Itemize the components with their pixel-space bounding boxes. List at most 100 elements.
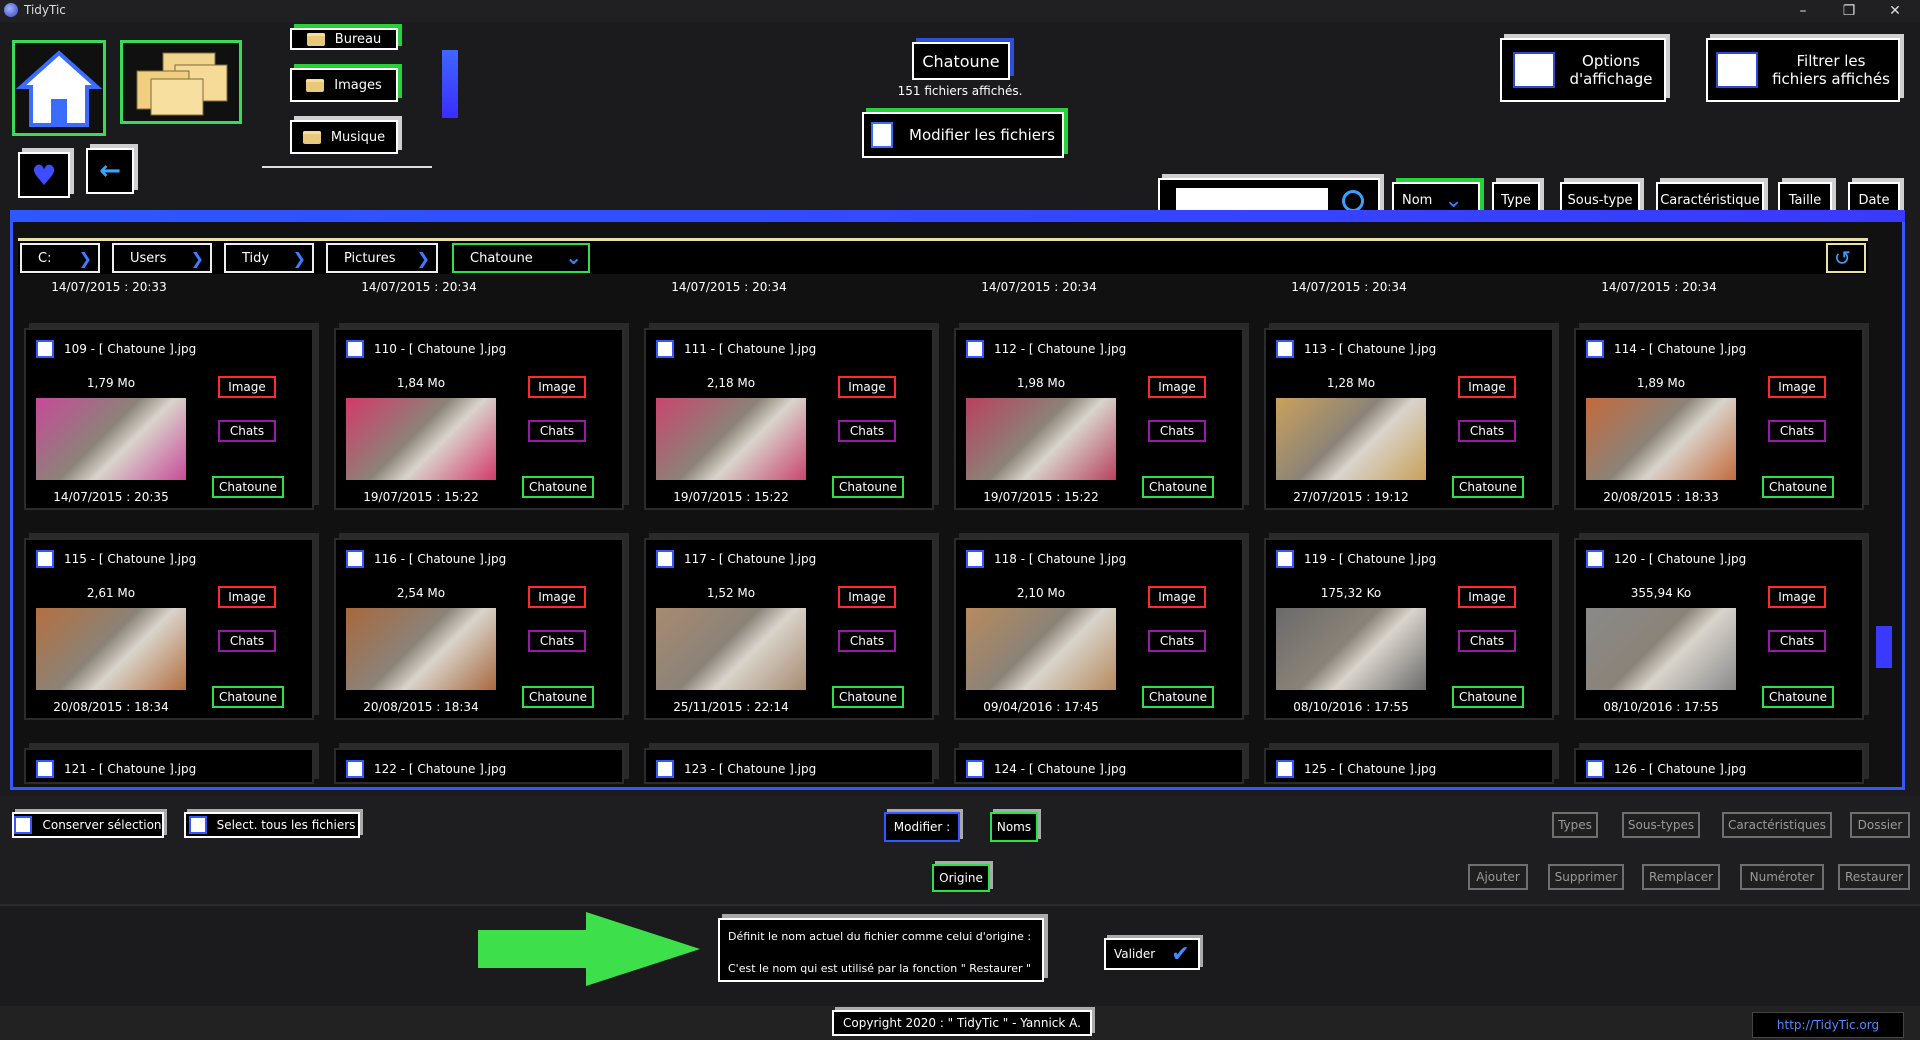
folder-shortcut-images[interactable]: Images xyxy=(290,68,398,102)
file-card[interactable]: 117 - [ Chatoune ].jpg 1,52 Mo 25/11/2015 … xyxy=(644,538,934,720)
breadcrumb-item-chatoune[interactable]: Chatoune ⌄ xyxy=(452,243,590,273)
keep-selection-button[interactable]: Conserver sélection xyxy=(12,812,164,838)
types-button[interactable]: Types xyxy=(1552,812,1598,838)
add-button[interactable]: Ajouter xyxy=(1468,864,1528,890)
tag-type[interactable]: Image xyxy=(838,586,896,608)
favorites-button[interactable]: ♥ xyxy=(18,152,70,198)
file-card[interactable]: 126 - [ Chatoune ].jpg xyxy=(1574,748,1864,784)
file-card[interactable]: 123 - [ Chatoune ].jpg xyxy=(644,748,934,784)
tag-type[interactable]: Image xyxy=(1458,376,1516,398)
minimize-button[interactable]: – xyxy=(1780,0,1826,22)
names-button[interactable]: Noms xyxy=(990,812,1038,842)
tag-type[interactable]: Image xyxy=(528,376,586,398)
origin-button[interactable]: Origine xyxy=(932,864,990,892)
file-card[interactable]: 124 - [ Chatoune ].jpg xyxy=(954,748,1244,784)
select-checkbox[interactable] xyxy=(1586,340,1604,358)
tag-characteristic[interactable]: Chatoune xyxy=(522,476,594,498)
folder-shortcut-bureau[interactable]: Bureau xyxy=(290,28,398,50)
tag-type[interactable]: Image xyxy=(218,586,276,608)
select-checkbox[interactable] xyxy=(1276,760,1294,778)
tag-subtype[interactable]: Chats xyxy=(1768,630,1826,652)
breadcrumb-item-pictures[interactable]: Pictures ❯ xyxy=(326,243,438,273)
file-card[interactable]: 120 - [ Chatoune ].jpg 355,94 Ko 08/10/201… xyxy=(1574,538,1864,720)
refresh-button[interactable]: ↺ xyxy=(1826,243,1866,273)
replace-button[interactable]: Remplacer xyxy=(1642,864,1720,890)
grid-scrollbar-thumb[interactable] xyxy=(1876,626,1892,668)
file-card[interactable]: 111 - [ Chatoune ].jpg 2,18 Mo 19/07/2015 … xyxy=(644,328,934,510)
tag-subtype[interactable]: Chats xyxy=(838,420,896,442)
tag-type[interactable]: Image xyxy=(1458,586,1516,608)
tag-type[interactable]: Image xyxy=(218,376,276,398)
select-all-files-button[interactable]: Select. tous les fichiers xyxy=(184,812,360,838)
file-card[interactable]: 116 - [ Chatoune ].jpg 2,54 Mo 20/08/2015 … xyxy=(334,538,624,720)
select-checkbox[interactable] xyxy=(346,550,364,568)
file-card[interactable]: 110 - [ Chatoune ].jpg 1,84 Mo 19/07/2015 … xyxy=(334,328,624,510)
select-checkbox[interactable] xyxy=(966,760,984,778)
select-checkbox[interactable] xyxy=(1276,550,1294,568)
delete-button[interactable]: Supprimer xyxy=(1548,864,1624,890)
tag-characteristic[interactable]: Chatoune xyxy=(1452,686,1524,708)
tag-subtype[interactable]: Chats xyxy=(528,630,586,652)
display-options-button[interactable]: Options d'affichage xyxy=(1500,38,1666,102)
tag-characteristic[interactable]: Chatoune xyxy=(212,476,284,498)
file-card[interactable]: 119 - [ Chatoune ].jpg 175,32 Ko 08/10/201… xyxy=(1264,538,1554,720)
close-button[interactable]: ✕ xyxy=(1872,0,1918,22)
folder-shortcut-musique[interactable]: Musique xyxy=(290,120,398,154)
file-card[interactable]: 118 - [ Chatoune ].jpg 2,10 Mo 09/04/2016 … xyxy=(954,538,1244,720)
tag-subtype[interactable]: Chats xyxy=(1148,420,1206,442)
file-card[interactable]: 115 - [ Chatoune ].jpg 2,61 Mo 20/08/2015 … xyxy=(24,538,314,720)
select-checkbox[interactable] xyxy=(346,340,364,358)
file-card[interactable]: 125 - [ Chatoune ].jpg xyxy=(1264,748,1554,784)
tag-characteristic[interactable]: Chatoune xyxy=(832,476,904,498)
tag-characteristic[interactable]: Chatoune xyxy=(1142,686,1214,708)
file-card[interactable]: 109 - [ Chatoune ].jpg 1,79 Mo 14/07/2015 … xyxy=(24,328,314,510)
tag-characteristic[interactable]: Chatoune xyxy=(1452,476,1524,498)
select-checkbox[interactable] xyxy=(1586,550,1604,568)
select-checkbox[interactable] xyxy=(36,340,54,358)
home-button[interactable] xyxy=(12,40,106,136)
scroll-indicator[interactable] xyxy=(442,50,458,118)
tag-characteristic[interactable]: Chatoune xyxy=(212,686,284,708)
tag-characteristic[interactable]: Chatoune xyxy=(1762,686,1834,708)
select-checkbox[interactable] xyxy=(656,760,674,778)
select-checkbox[interactable] xyxy=(36,760,54,778)
filter-files-button[interactable]: Filtrer les fichiers affichés xyxy=(1706,38,1900,102)
tag-subtype[interactable]: Chats xyxy=(1458,630,1516,652)
restore-button[interactable]: Restaurer xyxy=(1838,864,1910,890)
file-card[interactable]: 122 - [ Chatoune ].jpg xyxy=(334,748,624,784)
tag-type[interactable]: Image xyxy=(1768,586,1826,608)
maximize-button[interactable]: ❐ xyxy=(1826,0,1872,22)
file-card[interactable]: 113 - [ Chatoune ].jpg 1,28 Mo 27/07/2015 … xyxy=(1264,328,1554,510)
validate-button[interactable]: Valider ✔ xyxy=(1104,938,1200,970)
characteristics-button[interactable]: Caractéristiques xyxy=(1722,812,1832,838)
number-button[interactable]: Numéroter xyxy=(1740,864,1824,890)
select-checkbox[interactable] xyxy=(656,550,674,568)
tag-characteristic[interactable]: Chatoune xyxy=(1762,476,1834,498)
tag-characteristic[interactable]: Chatoune xyxy=(522,686,594,708)
select-checkbox[interactable] xyxy=(1276,340,1294,358)
tag-subtype[interactable]: Chats xyxy=(1458,420,1516,442)
website-link[interactable]: http://TidyTic.org xyxy=(1752,1012,1904,1038)
tag-subtype[interactable]: Chats xyxy=(838,630,896,652)
tag-type[interactable]: Image xyxy=(1148,586,1206,608)
file-card[interactable]: 121 - [ Chatoune ].jpg xyxy=(24,748,314,784)
select-checkbox[interactable] xyxy=(966,550,984,568)
select-checkbox[interactable] xyxy=(346,760,364,778)
file-card[interactable]: 114 - [ Chatoune ].jpg 1,89 Mo 20/08/2015 … xyxy=(1574,328,1864,510)
tag-type[interactable]: Image xyxy=(528,586,586,608)
select-checkbox[interactable] xyxy=(36,550,54,568)
file-card[interactable]: 112 - [ Chatoune ].jpg 1,98 Mo 19/07/2015 … xyxy=(954,328,1244,510)
select-checkbox[interactable] xyxy=(656,340,674,358)
tag-characteristic[interactable]: Chatoune xyxy=(832,686,904,708)
tag-subtype[interactable]: Chats xyxy=(1148,630,1206,652)
tag-type[interactable]: Image xyxy=(1148,376,1206,398)
modify-files-button[interactable]: Modifier les fichiers xyxy=(862,112,1064,158)
tag-type[interactable]: Image xyxy=(838,376,896,398)
tag-characteristic[interactable]: Chatoune xyxy=(1142,476,1214,498)
tag-subtype[interactable]: Chats xyxy=(1768,420,1826,442)
tag-subtype[interactable]: Chats xyxy=(218,420,276,442)
select-checkbox[interactable] xyxy=(966,340,984,358)
folder-button[interactable]: Dossier xyxy=(1850,812,1910,838)
subtypes-button[interactable]: Sous-types xyxy=(1622,812,1700,838)
back-button[interactable]: ← xyxy=(86,148,134,194)
